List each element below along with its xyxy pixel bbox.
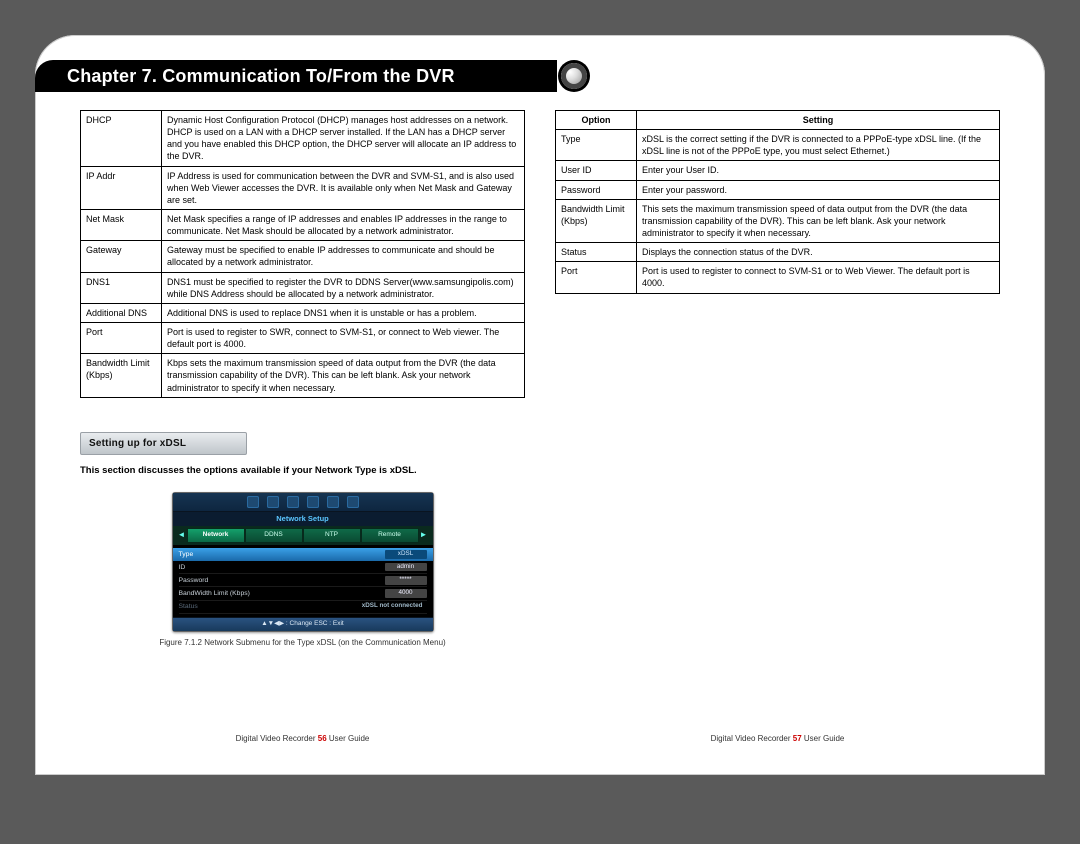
- right-options-table: Option Setting TypexDSL is the correct s…: [555, 110, 1000, 294]
- page: Chapter 7. Communication To/From the DVR…: [35, 35, 1045, 775]
- option-cell: IP Addr: [81, 166, 162, 209]
- dvr-footer: ▲▼◀▶ : Change ESC : Exit: [173, 617, 433, 631]
- dvr-tab-ddns: DDNS: [245, 528, 303, 543]
- dvr-tab-prev-icon: ◄: [177, 528, 187, 543]
- dvr-toolbar-icon: [327, 496, 339, 508]
- option-cell: Additional DNS: [81, 303, 162, 322]
- option-cell: DHCP: [81, 111, 162, 167]
- dvr-toolbar-icon: [287, 496, 299, 508]
- dvr-field-label: Type: [179, 550, 194, 559]
- dvr-field-label: ID: [179, 563, 186, 572]
- option-cell: Port: [556, 262, 637, 293]
- dvr-toolbar-icon: [247, 496, 259, 508]
- table-row: Additional DNSAdditional DNS is used to …: [81, 303, 525, 322]
- table-row: DNS1DNS1 must be specified to register t…: [81, 272, 525, 303]
- dvr-field-label: Password: [179, 576, 209, 585]
- dvr-tab-ntp: NTP: [303, 528, 361, 543]
- table-row: GatewayGateway must be specified to enab…: [81, 241, 525, 272]
- page-footer-left: Digital Video Recorder 56 User Guide: [65, 734, 540, 745]
- dvr-body: Type xDSL ID admin Password ***** BandWidth Li…: [173, 545, 433, 617]
- footer-post: User Guide: [329, 734, 369, 743]
- page-57: Option Setting TypexDSL is the correct s…: [540, 110, 1015, 745]
- th-option: Option: [556, 111, 637, 130]
- th-setting: Setting: [637, 111, 1000, 130]
- option-cell: DNS1: [81, 272, 162, 303]
- desc-cell: Additional DNS is used to replace DNS1 w…: [162, 303, 525, 322]
- dvr-screenshot: Network Setup ◄ Network DDNS NTP Remote …: [172, 492, 434, 632]
- dvr-tabs: ◄ Network DDNS NTP Remote ►: [173, 526, 433, 545]
- desc-cell: xDSL is the correct setting if the DVR i…: [637, 130, 1000, 161]
- dvr-field-row: BandWidth Limit (Kbps) 4000: [179, 587, 427, 600]
- desc-cell: Gateway must be specified to enable IP a…: [162, 241, 525, 272]
- dvr-field-value: *****: [385, 576, 427, 585]
- dvr-field-row: ID admin: [179, 561, 427, 574]
- section-heading: Setting up for xDSL: [80, 432, 525, 456]
- table-row: Bandwidth Limit (Kbps)Kbps sets the maxi…: [81, 354, 525, 397]
- dvr-field-row: Type xDSL: [173, 548, 433, 561]
- desc-cell: IP Address is used for communication bet…: [162, 166, 525, 209]
- table-row: TypexDSL is the correct setting if the D…: [556, 130, 1000, 161]
- footer-pre: Digital Video Recorder: [711, 734, 791, 743]
- desc-cell: Dynamic Host Configuration Protocol (DHC…: [162, 111, 525, 167]
- option-cell: Type: [556, 130, 637, 161]
- dvr-toolbar: [173, 493, 433, 512]
- footer-page-number: 57: [793, 734, 802, 743]
- dvr-field-value: xDSL not connected: [358, 602, 427, 611]
- dvr-field-row: Status xDSL not connected: [179, 601, 427, 614]
- footer-post: User Guide: [804, 734, 844, 743]
- content-columns: DHCPDynamic Host Configuration Protocol …: [65, 110, 1015, 745]
- desc-cell: Net Mask specifies a range of IP address…: [162, 209, 525, 240]
- desc-cell: Enter your User ID.: [637, 161, 1000, 180]
- option-cell: Port: [81, 322, 162, 353]
- section-heading-label: Setting up for xDSL: [80, 432, 247, 456]
- table-row: Bandwidth Limit (Kbps)This sets the maxi…: [556, 199, 1000, 242]
- desc-cell: Displays the connection status of the DV…: [637, 243, 1000, 262]
- page-56: DHCPDynamic Host Configuration Protocol …: [65, 110, 540, 745]
- dvr-window-title: Network Setup: [173, 512, 433, 526]
- chapter-title: Chapter 7. Communication To/From the DVR: [67, 66, 455, 87]
- page-footer-right: Digital Video Recorder 57 User Guide: [540, 734, 1015, 745]
- dvr-toolbar-icon: [307, 496, 319, 508]
- option-cell: User ID: [556, 161, 637, 180]
- table-row: IP AddrIP Address is used for communicat…: [81, 166, 525, 209]
- figure-caption: Figure 7.1.2 Network Submenu for the Typ…: [80, 638, 525, 649]
- dvr-tab-remote: Remote: [361, 528, 419, 543]
- section-intro: This section discusses the options avail…: [80, 465, 525, 478]
- desc-cell: This sets the maximum transmission speed…: [637, 199, 1000, 242]
- table-row: User IDEnter your User ID.: [556, 161, 1000, 180]
- desc-cell: DNS1 must be specified to register the D…: [162, 272, 525, 303]
- chapter-header: Chapter 7. Communication To/From the DVR: [35, 60, 557, 92]
- option-cell: Bandwidth Limit (Kbps): [81, 354, 162, 397]
- footer-pre: Digital Video Recorder: [236, 734, 316, 743]
- left-options-table: DHCPDynamic Host Configuration Protocol …: [80, 110, 525, 398]
- dvr-toolbar-icon: [347, 496, 359, 508]
- chapter-cap-icon: [561, 63, 587, 89]
- footer-page-number: 56: [318, 734, 327, 743]
- table-row: PortPort is used to register to connect …: [556, 262, 1000, 293]
- option-cell: Gateway: [81, 241, 162, 272]
- dvr-toolbar-icon: [267, 496, 279, 508]
- table-row: StatusDisplays the connection status of …: [556, 243, 1000, 262]
- option-cell: Bandwidth Limit (Kbps): [556, 199, 637, 242]
- dvr-field-value: admin: [385, 563, 427, 572]
- desc-cell: Port is used to register to connect to S…: [637, 262, 1000, 293]
- desc-cell: Kbps sets the maximum transmission speed…: [162, 354, 525, 397]
- dvr-tab-network: Network: [187, 528, 245, 543]
- table-row: Net MaskNet Mask specifies a range of IP…: [81, 209, 525, 240]
- table-row: PasswordEnter your password.: [556, 180, 1000, 199]
- dvr-field-value: 4000: [385, 589, 427, 598]
- desc-cell: Enter your password.: [637, 180, 1000, 199]
- option-cell: Status: [556, 243, 637, 262]
- desc-cell: Port is used to register to SWR, connect…: [162, 322, 525, 353]
- dvr-field-value: xDSL: [385, 550, 427, 559]
- option-cell: Net Mask: [81, 209, 162, 240]
- option-cell: Password: [556, 180, 637, 199]
- dvr-tab-next-icon: ►: [419, 528, 429, 543]
- dvr-field-label: Status: [179, 602, 198, 611]
- table-row: PortPort is used to register to SWR, con…: [81, 322, 525, 353]
- dvr-field-row: Password *****: [179, 574, 427, 587]
- table-row: DHCPDynamic Host Configuration Protocol …: [81, 111, 525, 167]
- dvr-field-label: BandWidth Limit (Kbps): [179, 589, 250, 598]
